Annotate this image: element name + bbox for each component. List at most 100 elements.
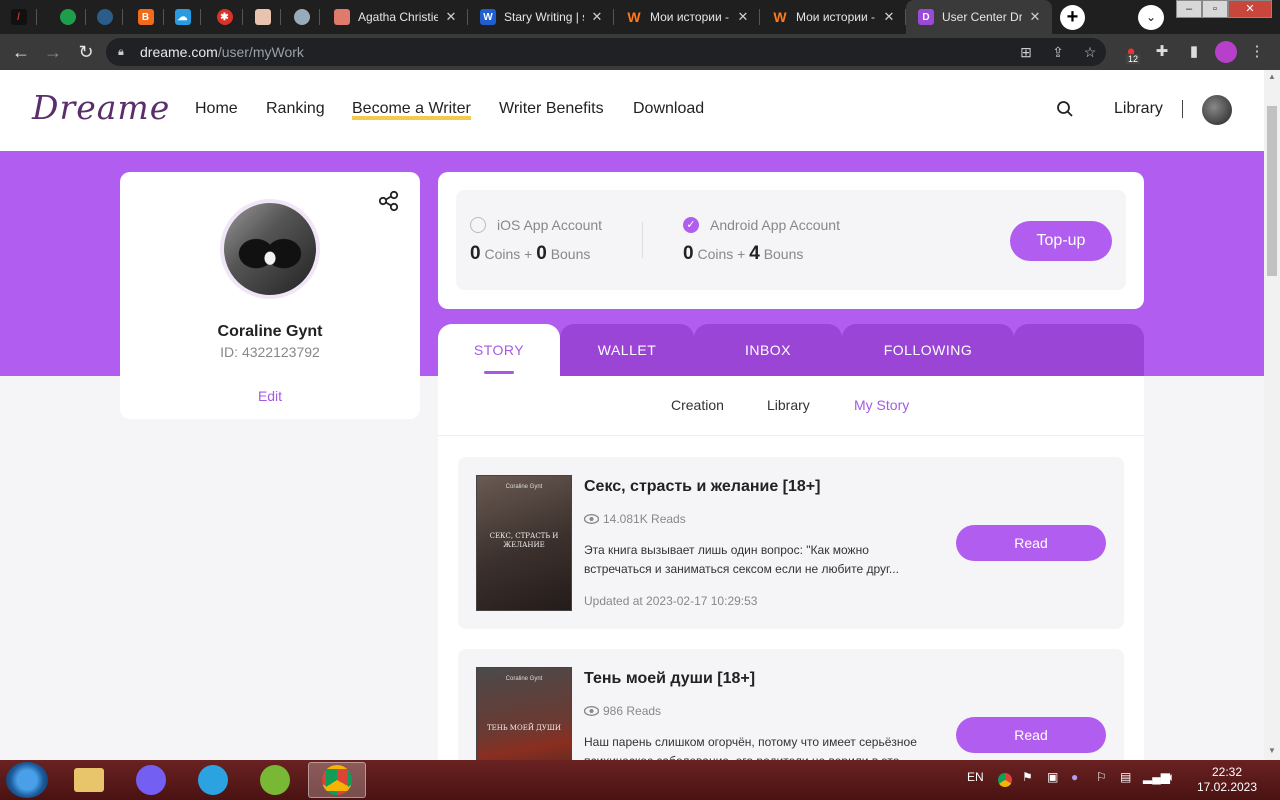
language-indicator[interactable]: EN	[967, 770, 984, 784]
pinned-tab[interactable]	[244, 0, 281, 34]
tray-device-icon[interactable]: ▤	[1120, 770, 1131, 784]
tray-app-icon[interactable]: ▣	[1047, 770, 1058, 784]
close-icon[interactable]: ✕	[882, 9, 896, 25]
nav-writer-benefits[interactable]: Writer Benefits	[499, 100, 604, 118]
profile-id: ID: 4322123792	[220, 344, 320, 360]
tab-following[interactable]: FOLLOWING	[842, 324, 1014, 376]
subtab-creation[interactable]: Creation	[671, 397, 724, 413]
start-button-icon[interactable]	[6, 762, 48, 798]
menu-dots-icon[interactable]: ⋮	[1246, 41, 1268, 63]
tab-story[interactable]: STORY	[438, 324, 560, 376]
story-description: Эта книга вызывает лишь один вопрос: "Ка…	[584, 543, 899, 576]
pinned-tab[interactable]: B	[127, 0, 164, 34]
tray-bucket-icon[interactable]: ⚑	[1022, 770, 1033, 784]
url-path: /user/myWork	[217, 44, 304, 60]
bookmark-star-icon[interactable]: ☆	[1080, 38, 1100, 66]
address-bar[interactable]: 🔒︎ dreame.com/user/myWork ⊞ ⇪ ☆	[106, 38, 1106, 66]
tab-title: Мои истории -	[650, 10, 729, 24]
dreame-logo[interactable]: Dreame	[32, 88, 170, 127]
close-window-button[interactable]: ✕	[1228, 0, 1272, 18]
tray-volume-icon[interactable]: 🔈︎	[1168, 770, 1175, 785]
page-scrollbar[interactable]: ▲ ▼	[1264, 70, 1280, 760]
android-account-option[interactable]: ✓ Android App Account	[683, 217, 840, 233]
profile-avatar-icon[interactable]	[1215, 41, 1237, 63]
pinned-tab[interactable]: ☁	[164, 0, 201, 34]
pinned-tab[interactable]	[49, 0, 86, 34]
scroll-up-icon[interactable]: ▲	[1267, 72, 1277, 81]
bonus-word: Bouns	[763, 246, 804, 262]
tab-empty	[1014, 324, 1144, 376]
ios-balance: 0 Coins + 0 Bouns	[470, 243, 590, 265]
pinned-tab[interactable]: /	[0, 0, 37, 34]
scrollbar-thumb[interactable]	[1267, 106, 1277, 276]
tab-my-stories-2[interactable]: W Мои истории - ✕	[760, 0, 906, 34]
tab-my-stories-1[interactable]: W Мои истории - ✕	[614, 0, 760, 34]
share-icon[interactable]: ⇪	[1048, 38, 1068, 66]
tab-wallet[interactable]: WALLET	[560, 324, 694, 376]
taskbar-utorrent[interactable]	[246, 762, 304, 798]
lock-icon: 🔒︎	[118, 46, 124, 58]
pinned-tab[interactable]	[86, 0, 123, 34]
header-avatar[interactable]	[1202, 95, 1232, 125]
tab-agatha[interactable]: Agatha Christie ✕	[322, 0, 468, 34]
minimize-button[interactable]: –	[1176, 0, 1202, 18]
story-updated: Updated at 2023-02-17 10:29:53	[584, 594, 758, 608]
tab-search-chevron-icon[interactable]: ⌄	[1138, 5, 1164, 30]
nav-download[interactable]: Download	[633, 100, 704, 118]
browser-tab-strip: / B ☁ ✱ Agatha Christie ✕ W Stary Writin…	[0, 0, 1280, 34]
edit-profile-link[interactable]: Edit	[120, 388, 420, 404]
taskbar-explorer[interactable]	[60, 762, 118, 798]
tab-inbox[interactable]: INBOX	[694, 324, 842, 376]
tray-signal-icon[interactable]: ▂▄▆	[1143, 770, 1170, 784]
share-icon[interactable]	[378, 190, 400, 212]
taskbar-telegram[interactable]	[184, 762, 242, 798]
tray-chrome-icon[interactable]	[998, 773, 1012, 787]
subtab-library[interactable]: Library	[767, 397, 810, 413]
cloud-icon: ☁	[174, 9, 191, 25]
story-card: Coraline Gynt СЕКС, СТРАСТЬ И ЖЕЛАНИЕ Се…	[458, 457, 1124, 629]
tray-viber-icon[interactable]: ●	[1071, 770, 1078, 784]
pinned-tab[interactable]	[283, 0, 320, 34]
reload-icon[interactable]: ↻	[75, 41, 97, 63]
wallet-divider	[642, 222, 643, 258]
close-icon[interactable]: ✕	[736, 9, 750, 25]
tab-user-center[interactable]: D User Center Dre ✕	[906, 0, 1052, 34]
book-cover[interactable]: Coraline Gynt СЕКС, СТРАСТЬ И ЖЕЛАНИЕ	[476, 475, 572, 611]
nav-ranking[interactable]: Ranking	[266, 100, 325, 118]
eye-icon	[584, 706, 599, 716]
forward-icon[interactable]: →	[42, 41, 64, 63]
back-icon[interactable]: ←	[10, 41, 32, 63]
ios-account-label: iOS App Account	[497, 217, 603, 233]
search-icon[interactable]	[1056, 100, 1074, 118]
story-title[interactable]: Секс, страсть и желание [18+]	[584, 478, 820, 496]
story-title[interactable]: Тень моей души [18+]	[584, 670, 755, 688]
browser-toolbar: ← → ↻ 🔒︎ dreame.com/user/myWork ⊞ ⇪ ☆ ● …	[0, 34, 1280, 70]
close-icon[interactable]: ✕	[590, 9, 604, 25]
tab-stary-writing[interactable]: W Stary Writing | s ✕	[468, 0, 614, 34]
puzzle-icon[interactable]: ✚	[1151, 41, 1173, 63]
maximize-button[interactable]: ▫	[1202, 0, 1228, 18]
sidepanel-icon[interactable]: ▮	[1183, 41, 1205, 63]
nav-home[interactable]: Home	[195, 100, 238, 118]
new-tab-button[interactable]: +	[1060, 5, 1085, 30]
slash-icon: /	[10, 9, 27, 25]
close-icon[interactable]: ✕	[1028, 9, 1042, 25]
taskbar-chrome[interactable]	[308, 762, 366, 798]
nav-become-writer[interactable]: Become a Writer	[352, 100, 471, 120]
story-reads: 986 Reads	[584, 704, 661, 718]
scroll-down-icon[interactable]: ▼	[1267, 746, 1277, 755]
book-cover[interactable]: Coraline Gynt ТЕНЬ МОЕЙ ДУШИ	[476, 667, 572, 760]
translate-icon[interactable]: ⊞	[1016, 38, 1036, 66]
profile-tabs: STORY WALLET INBOX FOLLOWING	[438, 324, 1144, 376]
read-button[interactable]: Read	[956, 717, 1106, 753]
header-library-link[interactable]: Library	[1114, 100, 1163, 118]
topup-button[interactable]: Top-up	[1010, 221, 1112, 261]
ios-account-option[interactable]: iOS App Account	[470, 217, 602, 233]
pinned-tab[interactable]: ✱	[206, 0, 243, 34]
taskbar-clock[interactable]: 22:32 17.02.2023	[1194, 765, 1260, 795]
subtab-my-story[interactable]: My Story	[854, 397, 909, 413]
read-button[interactable]: Read	[956, 525, 1106, 561]
close-icon[interactable]: ✕	[444, 9, 458, 25]
taskbar-viber[interactable]	[122, 762, 180, 798]
tray-flag-icon[interactable]: ⚐	[1096, 770, 1107, 784]
